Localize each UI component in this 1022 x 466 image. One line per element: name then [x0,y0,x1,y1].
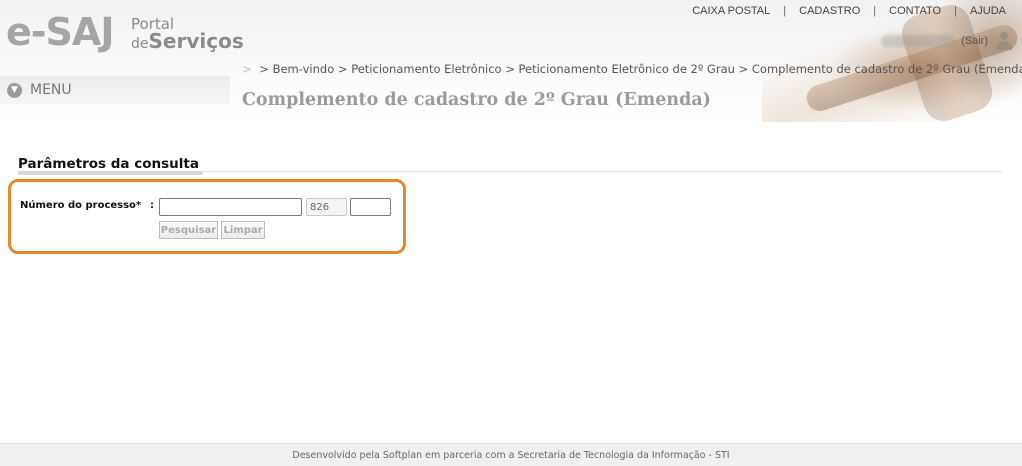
logo-servicos: deServiços [131,30,244,55]
search-button[interactable]: Pesquisar [159,221,218,239]
process-origin-input[interactable] [350,198,391,216]
footer: Desenvolvido pela Softplan em parceria c… [0,443,1022,466]
breadcrumb-item-peticionamento[interactable]: Peticionamento Eletrônico [351,62,501,76]
gavel-head [896,0,998,122]
process-number-colon: : [150,200,154,211]
topnav-ajuda[interactable]: AJUDA [970,5,1006,17]
breadcrumb-arrow: > [242,62,252,76]
breadcrumb-separator: > [337,62,348,76]
topnav-cadastro[interactable]: CADASTRO [799,5,860,17]
topnav-separator: | [783,5,787,17]
user-icon-body [996,41,1012,50]
section-title: Parâmetros da consulta [18,155,203,175]
breadcrumb: > > Bem-vindo > Peticionamento Eletrônic… [242,62,1022,76]
menu-button[interactable]: ▼ MENU [0,76,230,104]
user-name-blurred [881,35,956,47]
logo-esaj-text: e-SAJ [6,10,114,54]
breadcrumb-item-current: Complemento de cadastro de 2º Grau (Emen… [751,62,1022,76]
logout-link[interactable]: (Sair) [961,35,988,47]
page-title: Complemento de cadastro de 2º Grau (Emen… [242,90,711,110]
breadcrumb-separator: > [259,62,269,76]
process-code-input [306,198,347,216]
logo-servicos-text: Serviços [148,29,244,53]
highlight-box [8,179,406,254]
breadcrumb-separator: > [738,62,749,76]
breadcrumb-item-peticionamento-2-grau[interactable]: Peticionamento Eletrônico de 2º Grau [519,62,735,76]
header: e-SAJ Portal deServiços CAIXA POSTAL | C… [0,0,1022,122]
breadcrumb-item-bem-vindo[interactable]: Bem-vindo [273,62,335,76]
process-number-input[interactable] [159,198,302,216]
logo-de-text: de [131,36,149,52]
breadcrumb-separator: > [505,62,515,76]
clear-button[interactable]: Limpar [221,221,265,239]
topnav-caixa-postal[interactable]: CAIXA POSTAL [692,5,770,17]
user-icon[interactable] [994,31,1014,51]
topnav-separator: | [954,5,957,17]
footer-text: Desenvolvido pela Softplan em parceria c… [292,449,730,461]
chevron-down-icon: ▼ [7,82,22,98]
topnav-contato[interactable]: CONTATO [889,5,941,17]
topnav-separator: | [873,5,877,17]
top-nav: CAIXA POSTAL | CADASTRO | CONTATO | AJUD… [692,5,1006,17]
user-area: (Sair) [881,30,1014,52]
section-divider [200,171,1002,172]
gavel-background-image [762,0,1022,122]
esaj-logo[interactable]: e-SAJ Portal deServiços [6,10,246,54]
menu-label: MENU [30,82,72,98]
process-number-label: Número do processo* [20,200,142,211]
user-icon-head [1000,32,1008,40]
